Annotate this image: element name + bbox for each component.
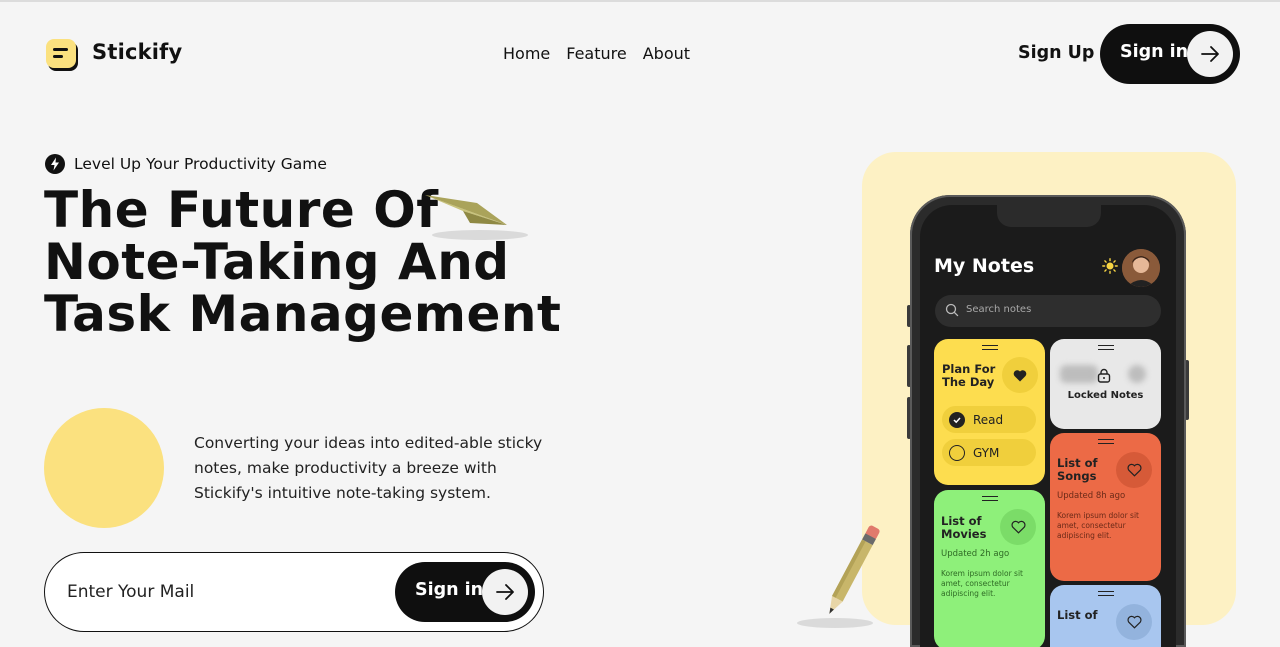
heart-icon [1013, 369, 1027, 381]
updated-time: Updated 2h ago [941, 549, 1010, 559]
note-card-partial[interactable]: List of [1050, 585, 1161, 647]
top-border [0, 0, 1280, 2]
arrow-right-icon [1187, 31, 1233, 77]
tagline: Level Up Your Productivity Game [45, 154, 327, 174]
sign-in-label: Sign in [1120, 42, 1189, 62]
checklist-label: Read [973, 412, 1004, 427]
avatar[interactable] [1122, 249, 1160, 287]
sign-in-label: Sign in [415, 580, 484, 600]
checklist-item-gym[interactable]: GYM [942, 439, 1036, 466]
heart-icon [1126, 463, 1142, 477]
sign-in-button[interactable]: Sign in [1100, 24, 1240, 84]
note-body: Korem ipsum dolor sit amet, consectetur … [1057, 511, 1139, 540]
drag-handle[interactable] [981, 496, 998, 501]
paper-plane-icon [425, 195, 528, 240]
nav-home[interactable]: Home [503, 44, 550, 63]
phone-notch [997, 205, 1101, 227]
lock-icon [1097, 368, 1111, 383]
note-card-songs[interactable]: List of Songs Updated 8h ago Korem ipsum… [1050, 433, 1161, 581]
favorite-button[interactable] [1116, 452, 1152, 488]
tagline-text: Level Up Your Productivity Game [74, 155, 327, 173]
email-input[interactable] [67, 573, 387, 611]
notes-search-bar[interactable]: Search notes [935, 295, 1161, 327]
phone-screen: My Notes Search notes Plan For The Day R… [920, 205, 1176, 647]
nav-about[interactable]: About [643, 44, 690, 63]
pencil-icon [797, 525, 880, 628]
note-title: Plan For The Day [942, 362, 996, 389]
drag-handle[interactable] [1097, 591, 1114, 596]
drag-handle[interactable] [1097, 345, 1114, 350]
blurred-content [1128, 365, 1146, 383]
check-icon [949, 411, 965, 428]
checklist-label: GYM [973, 445, 1000, 460]
note-body: Korem ipsum dolor sit amet, consectetur … [941, 569, 1023, 598]
brand-name[interactable]: Stickify [92, 40, 182, 64]
note-card-movies[interactable]: List of Movies Updated 2h ago Korem ipsu… [934, 490, 1045, 647]
nav-feature[interactable]: Feature [566, 44, 626, 63]
main-nav: Home Feature About [503, 44, 690, 63]
sun-icon [1102, 258, 1118, 274]
blurred-content [1060, 365, 1098, 383]
search-placeholder: Search notes [966, 304, 1032, 315]
heart-icon [1126, 615, 1142, 629]
checklist-item-read[interactable]: Read [942, 406, 1036, 433]
note-card-plan[interactable]: Plan For The Day Read GYM [934, 339, 1045, 485]
note-title: List of Movies [941, 514, 987, 541]
notes-title: My Notes [934, 255, 1035, 277]
drag-handle[interactable] [1097, 439, 1114, 444]
notes-logo-icon[interactable] [46, 38, 80, 72]
search-icon [945, 303, 959, 317]
arrow-right-icon [482, 569, 528, 615]
lightning-icon [45, 154, 65, 174]
sign-up-link[interactable]: Sign Up [1018, 43, 1094, 63]
favorite-button[interactable] [1116, 604, 1152, 640]
note-card-locked[interactable]: Locked Notes [1050, 339, 1161, 429]
email-sign-in-button[interactable]: Sign in [395, 562, 535, 622]
hero-description: Converting your ideas into edited-able s… [194, 434, 543, 502]
heart-icon [1010, 520, 1026, 534]
note-title: Locked Notes [1067, 390, 1144, 401]
updated-time: Updated 8h ago [1057, 491, 1126, 501]
unchecked-circle-icon [949, 444, 965, 461]
favorite-button[interactable] [1000, 509, 1036, 545]
note-title: List of [1057, 608, 1098, 622]
decorative-circle [44, 408, 164, 528]
email-signup-form: Sign in [44, 552, 544, 632]
headline-line-3: Task Management [44, 285, 562, 343]
phone-mockup: My Notes Search notes Plan For The Day R… [910, 195, 1186, 647]
note-title: List of Songs [1057, 456, 1098, 483]
favorite-button[interactable] [1002, 357, 1038, 393]
drag-handle[interactable] [981, 345, 998, 350]
